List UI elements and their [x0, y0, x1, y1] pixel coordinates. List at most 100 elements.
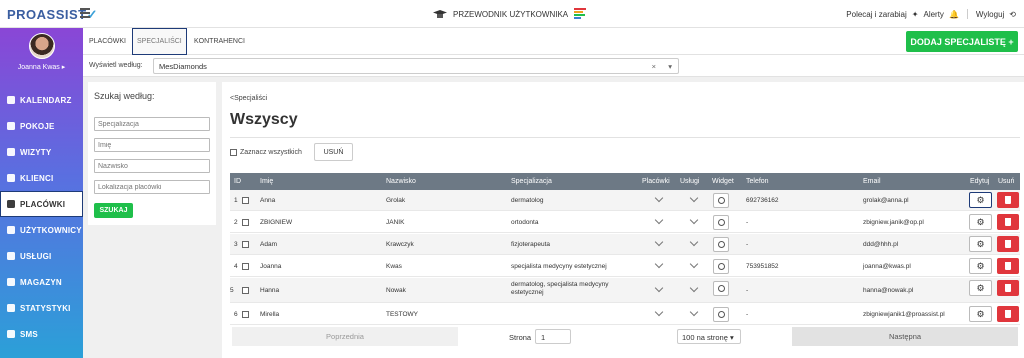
- pagination: Poprzednia Strona 1 100 na stronę ▾ Nast…: [230, 326, 1020, 348]
- per-page-select[interactable]: 100 na stronę ▾: [677, 329, 741, 344]
- delete-button[interactable]: [997, 236, 1019, 252]
- widget-button[interactable]: [713, 307, 729, 322]
- location-icon: [7, 200, 15, 208]
- widget-button[interactable]: [713, 193, 729, 208]
- select-all[interactable]: Zaznacz wszystkich: [230, 149, 302, 156]
- delete-button[interactable]: [997, 258, 1019, 274]
- delete-button[interactable]: [997, 306, 1019, 322]
- col-services: Usługi: [680, 178, 700, 185]
- sidebar-item-label: KLIENCI: [20, 173, 54, 183]
- alerts-link[interactable]: Alerty: [923, 10, 943, 19]
- profile[interactable]: Joanna Kwas ▸: [0, 33, 83, 87]
- gear-icon: ⚙: [976, 238, 985, 249]
- widget-button[interactable]: [713, 237, 729, 252]
- logout-icon[interactable]: ⟲: [1009, 10, 1016, 19]
- table-row[interactable]: 3 Adam Krawczyk fizjoterapeuta - ddd@hhh.pl ⚙: [230, 234, 1020, 255]
- sidebar-item-label: PLACÓWKI: [20, 199, 66, 209]
- user-guide-link[interactable]: PRZEWODNIK UŻYTKOWNIKA: [433, 8, 587, 20]
- chevron-down-icon[interactable]: [689, 283, 699, 293]
- table-row[interactable]: 2 ZBIGNIEW JANIK ortodonta - zbigniew.janik@o…: [230, 212, 1020, 233]
- refer-link[interactable]: Polecaj i zarabiaj: [846, 10, 906, 19]
- widget-button[interactable]: [713, 281, 729, 296]
- chevron-down-icon[interactable]: ▾: [668, 62, 672, 71]
- row-checkbox[interactable]: [242, 241, 249, 248]
- specialization-input[interactable]: [94, 117, 210, 131]
- divider: [966, 9, 968, 19]
- widget-button[interactable]: [713, 259, 729, 274]
- chevron-down-icon[interactable]: [689, 307, 699, 317]
- row-specialization: specjalista medycyny estetycznej: [511, 263, 607, 270]
- delete-button[interactable]: [997, 192, 1019, 208]
- chevron-down-icon[interactable]: [654, 283, 664, 293]
- sidebar-item-sms[interactable]: SMS: [0, 321, 83, 347]
- search-button[interactable]: SZUKAJ: [94, 203, 133, 218]
- sidebar-item-statystyki[interactable]: STATYSTYKI: [0, 295, 83, 321]
- chevron-down-icon[interactable]: [689, 237, 699, 247]
- filter-label: Wyświetl według:: [89, 62, 143, 69]
- sidebar-item-klienci[interactable]: KLIENCI: [0, 165, 83, 191]
- edit-button[interactable]: ⚙: [969, 258, 992, 274]
- row-checkbox[interactable]: [242, 219, 249, 226]
- prev-page-button[interactable]: Poprzednia: [232, 327, 458, 346]
- next-page-button[interactable]: Następna: [792, 327, 1018, 346]
- sidebar-item-uzytkownicy[interactable]: UŻYTKOWNICY: [0, 217, 83, 243]
- row-checkbox[interactable]: [242, 311, 249, 318]
- filter-select[interactable]: MesDiamonds × ▾: [153, 58, 679, 74]
- sidebar-item-magazyn[interactable]: MAGAZYN: [0, 269, 83, 295]
- row-checkbox[interactable]: [242, 197, 249, 204]
- row-email: zbigniew.janik@op.pl: [863, 219, 924, 226]
- bell-icon[interactable]: 🔔: [949, 10, 959, 19]
- sidebar-item-uslugi[interactable]: USŁUGI: [0, 243, 83, 269]
- sidebar-item-pokoje[interactable]: POKOJE: [0, 113, 83, 139]
- last-name-input[interactable]: [94, 159, 210, 173]
- sidebar-item-label: STATYSTYKI: [20, 303, 71, 313]
- edit-button[interactable]: ⚙: [969, 236, 992, 252]
- breadcrumb[interactable]: <Specjaliści: [230, 95, 267, 102]
- table-row[interactable]: 1 Anna Grolak dermatolog 692736162 grolak@ann…: [230, 190, 1020, 211]
- sidebar-item-wizyty[interactable]: WIZYTY: [0, 139, 83, 165]
- chevron-down-icon[interactable]: [689, 193, 699, 203]
- row-email: hanna@nowak.pl: [863, 287, 914, 294]
- row-checkbox[interactable]: [242, 263, 249, 270]
- edit-button[interactable]: ⚙: [969, 214, 992, 230]
- grid-icon: [7, 252, 15, 260]
- table-row[interactable]: 5 Hanna Nowak dermatolog, specjalista medyc…: [230, 278, 1020, 303]
- tab-specjalisci[interactable]: SPECJALIŚCI: [132, 28, 187, 55]
- first-name-input[interactable]: [94, 138, 210, 152]
- clear-icon[interactable]: ×: [652, 62, 656, 71]
- delete-selected-button[interactable]: USUŃ: [314, 143, 353, 161]
- chart-icon: [7, 304, 15, 312]
- delete-button[interactable]: [997, 280, 1019, 296]
- page-input[interactable]: 1: [535, 329, 571, 344]
- edit-button[interactable]: ⚙: [969, 192, 992, 208]
- trash-icon: [1005, 196, 1011, 204]
- menu-icon[interactable]: [80, 8, 90, 18]
- row-checkbox[interactable]: [242, 287, 249, 294]
- chevron-down-icon[interactable]: [654, 215, 664, 225]
- chevron-down-icon[interactable]: [654, 259, 664, 269]
- profile-name[interactable]: Joanna Kwas ▸: [18, 64, 66, 71]
- row-last-name: Nowak: [386, 287, 406, 294]
- table-row[interactable]: 4 Joanna Kwas specjalista medycyny estetycz…: [230, 256, 1020, 277]
- tab-placowki[interactable]: PLACÓWKI: [85, 28, 130, 55]
- tab-kontrahenci[interactable]: KONTRAHENCI: [190, 28, 249, 55]
- delete-button[interactable]: [997, 214, 1019, 230]
- row-id: 3: [234, 241, 238, 248]
- edit-button[interactable]: ⚙: [969, 280, 992, 296]
- chevron-down-icon[interactable]: [654, 307, 664, 317]
- chevron-down-icon[interactable]: [689, 259, 699, 269]
- table-row[interactable]: 6 Mirella TESTOWY - zbigniewjanik1@proassist…: [230, 304, 1020, 325]
- add-specialist-button[interactable]: DODAJ SPECJALISTĘ +: [906, 31, 1018, 52]
- row-phone: -: [746, 287, 749, 294]
- select-all-checkbox[interactable]: [230, 149, 237, 156]
- logout-link[interactable]: Wyloguj: [976, 10, 1004, 19]
- edit-button[interactable]: ⚙: [969, 306, 992, 322]
- col-locations: Placówki: [642, 178, 670, 185]
- chevron-down-icon[interactable]: [654, 193, 664, 203]
- sidebar-item-kalendarz[interactable]: KALENDARZ: [0, 87, 83, 113]
- chevron-down-icon[interactable]: [654, 237, 664, 247]
- chevron-down-icon[interactable]: [689, 215, 699, 225]
- sidebar-item-placowki[interactable]: PLACÓWKI: [0, 191, 83, 217]
- location-input[interactable]: [94, 180, 210, 194]
- widget-button[interactable]: [713, 215, 729, 230]
